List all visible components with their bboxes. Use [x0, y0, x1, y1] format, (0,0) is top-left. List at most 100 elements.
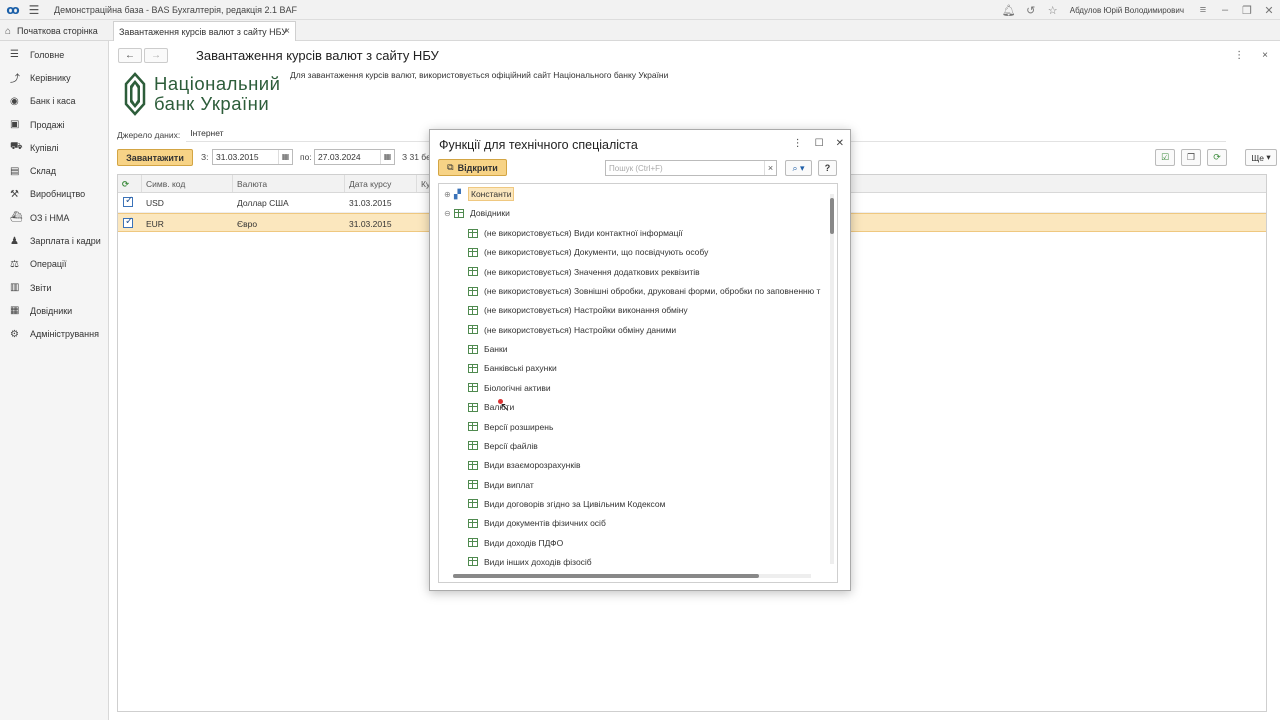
load-button[interactable]: Завантажити — [117, 149, 193, 166]
sidebar-item-reports[interactable]: ▥ Звіти — [0, 276, 108, 299]
hamburger-menu-icon[interactable]: ☰ — [26, 3, 42, 17]
sidebar-item-operations[interactable]: ⚖ Операції — [0, 253, 108, 276]
forward-button[interactable]: → — [144, 48, 168, 63]
to-date-field[interactable]: 27.03.2024 ▦ — [314, 149, 395, 165]
catalog-icon — [468, 499, 478, 509]
row-checkbox[interactable] — [123, 216, 133, 228]
calendar-icon[interactable]: ▦ — [278, 150, 292, 164]
back-button[interactable]: ← — [118, 48, 142, 63]
restore-icon[interactable]: ❐ — [1236, 4, 1258, 17]
sidebar-item-assets[interactable]: ⛴ ОЗ і НМА — [0, 206, 108, 229]
sidebar-item-label: Виробництво — [30, 189, 86, 200]
tree-item[interactable]: Версії розширень — [468, 418, 553, 436]
tree-item[interactable]: (не використовується) Значення додаткови… — [468, 263, 700, 281]
bell-icon[interactable]: 🔔︎ — [998, 4, 1020, 17]
tab-close-icon[interactable]: × — [284, 26, 290, 37]
column-header[interactable]: Валюта — [233, 175, 345, 192]
check-all-icon[interactable]: ☑ — [1155, 149, 1175, 166]
star-icon[interactable]: ☆ — [1042, 4, 1064, 17]
close-icon[interactable]: ✕ — [1258, 4, 1280, 17]
tree-item[interactable]: (не використовується) Настройки обміну д… — [468, 321, 676, 339]
sidebar-item-purchases[interactable]: ⛟ Купівлі — [0, 136, 108, 159]
dialog-maximize-icon[interactable]: ☐ — [815, 138, 824, 149]
refresh-icon[interactable]: ⟳ — [1207, 149, 1227, 166]
sidebar-item-main[interactable]: ☰ Головне — [0, 43, 108, 66]
form-close-icon[interactable]: × — [1262, 50, 1268, 61]
tree-item[interactable]: Види взаєморозрахунків — [468, 456, 580, 474]
tree-node-constants[interactable]: ⊕ ▞ Константи — [444, 185, 515, 203]
tab-home[interactable]: ⌂ Початкова сторінка — [5, 23, 98, 39]
history-icon[interactable]: ↺ — [1020, 4, 1042, 17]
horizontal-scrollbar[interactable] — [453, 574, 811, 578]
tree-node-catalogs[interactable]: ⊖ Довідники — [444, 204, 510, 222]
tree-item[interactable]: Банківські рахунки — [468, 359, 557, 377]
sidebar-item-production[interactable]: ⚒ Виробництво — [0, 183, 108, 206]
column-header[interactable]: Симв. код — [142, 175, 233, 192]
tree-item[interactable]: Види інших доходів фізосіб — [468, 553, 592, 571]
tree-item-label: (не використовується) Види контактної ін… — [484, 228, 683, 238]
dialog-more-icon[interactable]: ⋮ — [793, 138, 803, 149]
operations-icon: ⚖ — [10, 258, 19, 270]
help-button[interactable]: ? — [818, 160, 837, 176]
period-text: З 31 бе — [402, 152, 431, 162]
tree-item[interactable]: (не використовується) Документи, що посв… — [468, 243, 708, 261]
minimize-icon[interactable]: ‒ — [1214, 4, 1236, 16]
from-date-field[interactable]: 31.03.2015 ▦ — [212, 149, 293, 165]
vertical-scroll-thumb[interactable] — [830, 198, 834, 234]
dialog-close-icon[interactable]: ✕ — [836, 138, 844, 149]
catalog-icon — [468, 383, 478, 393]
catalog-icon — [468, 363, 478, 373]
more-button[interactable]: Ще ▾ — [1245, 149, 1277, 166]
truck-icon: ⛴ — [10, 212, 23, 224]
horizontal-scroll-thumb[interactable] — [453, 574, 759, 578]
sidebar-item-bank[interactable]: ◉ Банк і каса — [0, 90, 108, 113]
sidebar-item-sales[interactable]: ▣ Продажі — [0, 113, 108, 136]
catalog-icon — [468, 267, 478, 277]
app-title: Демонстраційна база - BAS Бухгалтерія, р… — [54, 4, 298, 15]
tree-item[interactable]: Види документів фізичних осіб — [468, 514, 606, 532]
from-label: З: — [201, 152, 209, 162]
to-date-value: 27.03.2024 — [318, 152, 361, 162]
catalog-icon — [468, 402, 478, 412]
tree-item[interactable]: Види виплат — [468, 476, 534, 494]
tree-item[interactable]: Види договорів згідно за Цивільним Кодек… — [468, 495, 665, 513]
open-button[interactable]: ⧉ Відкрити — [438, 159, 507, 176]
tree-item[interactable]: Біологічні активи — [468, 379, 551, 397]
user-name[interactable]: Абдулов Юрій Володимирович — [1070, 6, 1184, 15]
vertical-scrollbar[interactable] — [830, 194, 834, 564]
column-header[interactable]: Дата курсу — [345, 175, 417, 192]
app-logo-icon[interactable]: ꝏ — [0, 3, 26, 17]
bag-icon: ▣ — [10, 119, 20, 131]
tree-item-label: Версії файлів — [484, 440, 538, 451]
calendar-icon[interactable]: ▦ — [380, 150, 394, 164]
form-description: Для завантаження курсів валют, використо… — [290, 70, 669, 80]
tree-item[interactable]: (не використовується) Види контактної ін… — [468, 224, 683, 242]
clear-search-icon[interactable]: × — [764, 161, 776, 175]
expand-icon[interactable]: ⊕ — [444, 190, 454, 199]
tree-item[interactable]: (не використовується) Настройки виконанн… — [468, 301, 688, 319]
sidebar-item-admin[interactable]: ⚙ Адміністрування — [0, 323, 108, 346]
tree-item[interactable]: Види доходів ПДФО — [468, 534, 563, 552]
sidebar-item-warehouse[interactable]: ▤ Склад — [0, 159, 108, 182]
settings-menu-icon[interactable]: ≡ — [1192, 4, 1214, 16]
from-date-value: 31.03.2015 — [216, 152, 259, 162]
tree-item[interactable]: Версії файлів — [468, 437, 538, 455]
cell-date: 31.03.2015 — [349, 198, 392, 208]
copy-icon[interactable]: ❐ — [1181, 149, 1201, 166]
sidebar-item-salary[interactable]: ♟ Зарплата і кадри — [0, 229, 108, 252]
tree-item[interactable]: (не використовується) Зовнішні обробки, … — [468, 282, 820, 300]
sidebar: ☰ Головне ⤴ Керівнику ◉ Банк і каса ▣ Продаж… — [0, 41, 109, 720]
row-checkbox[interactable] — [123, 195, 133, 207]
sidebar-item-label: Продажі — [30, 119, 65, 130]
more-actions-icon[interactable]: ⋮ — [1234, 50, 1244, 61]
collapse-icon[interactable]: ⊖ — [444, 209, 454, 218]
tree-item[interactable]: Банки — [468, 340, 507, 358]
tab-active-document[interactable]: Завантаження курсів валют з сайту НБУ × — [113, 21, 296, 41]
tree-item-label: Біологічні активи — [484, 382, 551, 393]
refresh-column-icon[interactable]: ⟳ — [118, 175, 142, 192]
catalog-icon — [468, 228, 478, 238]
search-input[interactable]: Пошук (Ctrl+F) × — [605, 160, 777, 176]
sidebar-item-catalogs[interactable]: ▦ Довідники — [0, 299, 108, 322]
sidebar-item-manager[interactable]: ⤴ Керівнику — [0, 66, 108, 89]
search-button[interactable]: ⌕ ▾ — [785, 160, 812, 176]
